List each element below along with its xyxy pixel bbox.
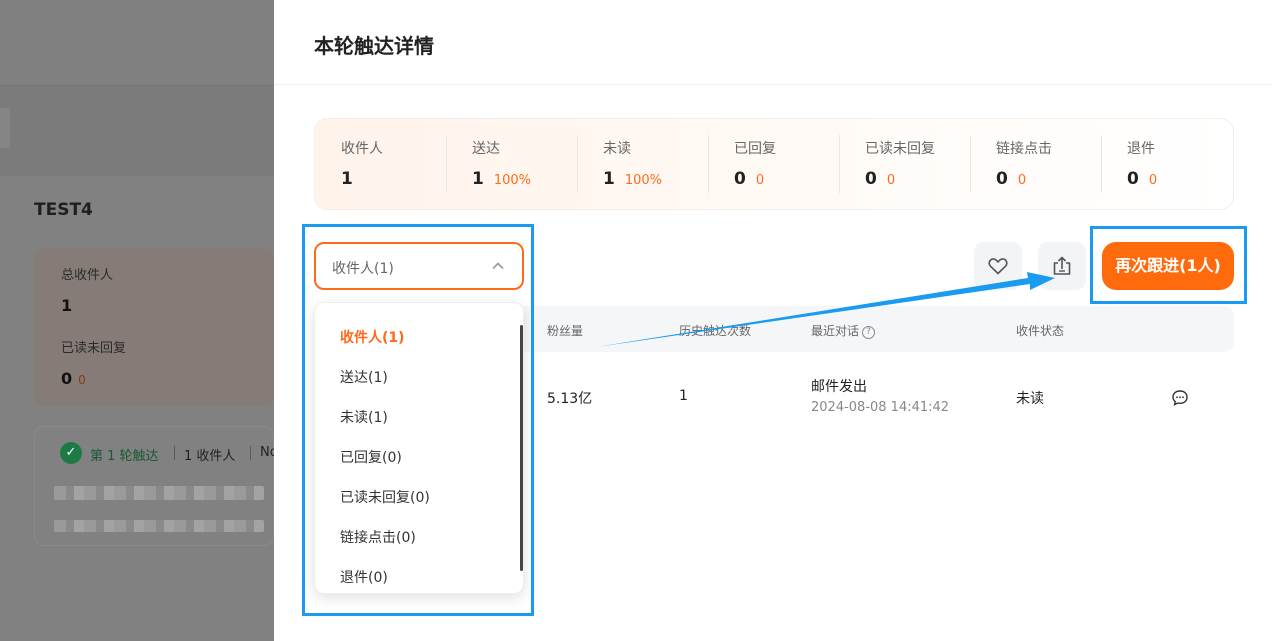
annotation-arrow [596, 272, 1055, 347]
